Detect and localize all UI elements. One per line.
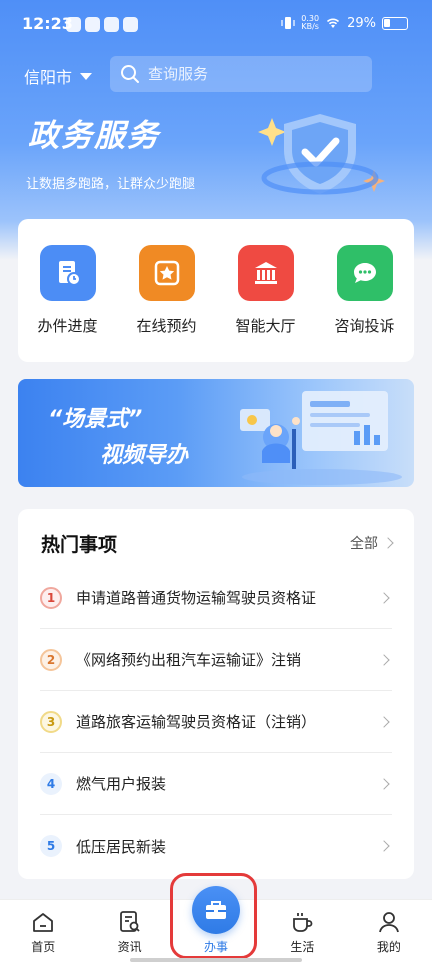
tab-news[interactable]: 资讯 [86, 900, 172, 964]
search-icon [121, 65, 139, 83]
tab-label: 我的 [376, 940, 401, 954]
tab-home[interactable]: 首页 [0, 900, 86, 964]
rank-badge: 5 [40, 835, 62, 857]
net-speed: 0.30 KB/s [301, 14, 320, 31]
notification-icons [66, 17, 138, 32]
banner-illustration [240, 391, 402, 485]
service-label: 在线预约 [136, 317, 197, 335]
hero-subtitle: 让数据多跑路，让群众少跑腿 [26, 177, 196, 192]
highlight-annotation [170, 873, 257, 959]
app-notification-icon [104, 17, 119, 32]
news-search-icon [119, 911, 140, 932]
service-progress-button[interactable]: 办件进度 [23, 245, 113, 362]
service-label: 办件进度 [37, 317, 98, 335]
list-item[interactable]: 1 申请道路普通货物运输驾驶员资格证 [40, 567, 392, 629]
service-hall-button[interactable]: 智能大厅 [221, 245, 311, 362]
list-item[interactable]: 2 《网络预约出租汽车运输证》注销 [40, 629, 392, 691]
wifi-icon [327, 18, 340, 28]
chevron-right-icon [378, 653, 390, 666]
hot-items-section: 热门事项 全部 1 申请道路普通货物运输驾驶员资格证 2 《网络预约出租汽车运输… [18, 509, 414, 879]
chevron-right-icon [382, 537, 394, 549]
shield-check-icon [258, 114, 385, 195]
home-indicator [130, 958, 302, 962]
video-guide-banner[interactable]: “场景式” 视频导办 [18, 379, 414, 487]
tab-label: 首页 [31, 940, 56, 954]
tab-label: 资讯 [117, 940, 142, 954]
city-label: 信阳市 [24, 68, 73, 87]
rank-medal-icon: 3 [40, 710, 62, 733]
view-all-link[interactable]: 全部 [350, 533, 394, 553]
caret-down-icon [80, 72, 93, 80]
section-title: 热门事项 [41, 534, 118, 556]
battery-percent: 29% [347, 15, 376, 31]
app-notification-icon [123, 17, 138, 32]
chat-bubble-icon [336, 245, 393, 301]
search-box[interactable] [110, 56, 372, 92]
hero-title: 政务服务 [28, 118, 160, 154]
chevron-right-icon [378, 840, 390, 852]
rank-badge: 4 [40, 772, 62, 795]
service-label: 咨询投诉 [334, 317, 395, 335]
app-notification-icon [66, 17, 81, 32]
banner-line1: “场景式” [48, 407, 143, 432]
battery-icon [382, 16, 408, 30]
app-notification-icon [85, 17, 100, 32]
person-icon [378, 912, 399, 933]
tab-profile[interactable]: 我的 [346, 900, 432, 964]
item-title: 申请道路普通货物运输驾驶员资格证 [76, 589, 317, 607]
status-indicators: 0.30 KB/s 29% [281, 15, 408, 31]
tab-label: 生活 [290, 940, 315, 954]
service-appointment-button[interactable]: 在线预约 [122, 245, 212, 362]
list-item[interactable]: 3 道路旅客运输驾驶员资格证（注销） [40, 691, 392, 753]
service-label: 智能大厅 [235, 317, 296, 335]
home-icon [33, 913, 54, 932]
list-item[interactable]: 5 低压居民新装 [40, 815, 392, 877]
coffee-cup-icon [293, 913, 313, 932]
item-title: 《网络预约出租汽车运输证》注销 [76, 651, 302, 669]
service-shortcuts: 办件进度 在线预约 智能大厅 咨询投诉 [18, 219, 414, 362]
item-title: 道路旅客运输驾驶员资格证（注销） [76, 713, 317, 731]
item-title: 燃气用户报装 [76, 775, 167, 793]
vibrate-icon [281, 17, 295, 29]
chevron-right-icon [378, 777, 390, 790]
progress-doc-icon [39, 245, 96, 301]
building-hall-icon [237, 245, 294, 301]
service-consult-button[interactable]: 咨询投诉 [320, 245, 410, 362]
list-item[interactable]: 4 燃气用户报装 [40, 753, 392, 815]
banner-line2: 视频导办 [100, 443, 189, 468]
chevron-right-icon [378, 715, 390, 728]
chevron-right-icon [378, 591, 390, 604]
hot-items-list: 1 申请道路普通货物运输驾驶员资格证 2 《网络预约出租汽车运输证》注销 3 道… [40, 567, 392, 877]
item-title: 低压居民新装 [76, 837, 167, 856]
tab-life[interactable]: 生活 [259, 900, 345, 964]
status-bar: 12:23 0.30 KB/s 29% [0, 0, 432, 50]
rank-medal-icon: 2 [40, 648, 62, 671]
star-appointment-icon [138, 245, 195, 301]
search-input[interactable] [148, 65, 348, 83]
rank-medal-icon: 1 [40, 586, 62, 609]
city-selector[interactable]: 信阳市 [24, 64, 93, 88]
